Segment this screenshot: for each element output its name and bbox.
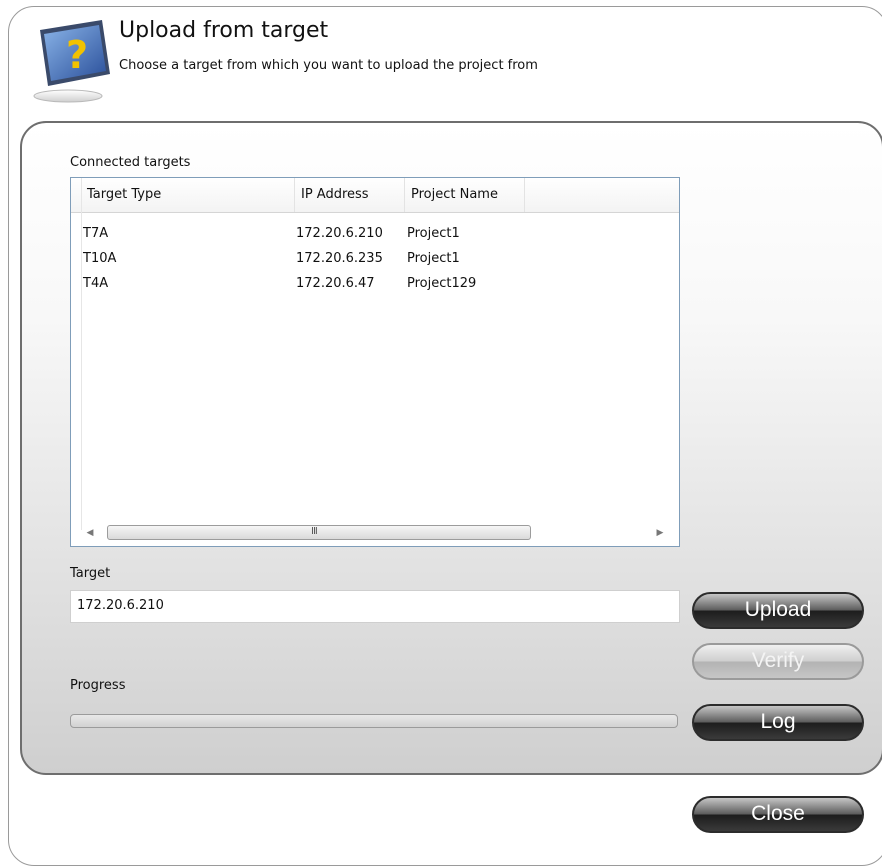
cell-target-type: T7A [83, 226, 109, 241]
table-row[interactable]: T10A 172.20.6.235 Project1 [81, 249, 671, 271]
target-input[interactable]: 172.20.6.210 [70, 590, 680, 623]
cell-target-type: T10A [83, 251, 117, 266]
scrollbar-grip: III [311, 526, 318, 537]
scroll-right-arrow-icon[interactable]: ▶ [653, 524, 667, 542]
table-row[interactable]: T7A 172.20.6.210 Project1 [81, 224, 671, 246]
progress-label: Progress [70, 678, 126, 693]
column-header-project-name[interactable]: Project Name [405, 178, 525, 212]
verify-button[interactable]: Verify [692, 643, 864, 680]
target-label: Target [70, 566, 111, 581]
scrollbar-thumb[interactable]: III [107, 525, 531, 540]
cell-target-type: T4A [83, 276, 109, 291]
cell-project-name: Project1 [407, 251, 460, 266]
upload-help-icon: ? [33, 20, 110, 103]
svg-text:?: ? [66, 33, 88, 77]
close-button[interactable]: Close [692, 796, 864, 833]
upload-button[interactable]: Upload [692, 592, 864, 629]
table-row[interactable]: T4A 172.20.6.47 Project129 [81, 274, 671, 296]
dialog-title: Upload from target [119, 18, 329, 43]
cell-project-name: Project1 [407, 226, 460, 241]
connected-targets-list[interactable]: Target Type IP Address Project Name T7A … [70, 177, 680, 547]
dialog-subtitle: Choose a target from which you want to u… [119, 58, 538, 73]
scroll-left-arrow-icon[interactable]: ◀ [83, 524, 97, 542]
column-header-ip-address[interactable]: IP Address [295, 178, 405, 212]
cell-ip-address: 172.20.6.47 [296, 276, 375, 291]
list-header: Target Type IP Address Project Name [71, 178, 679, 213]
column-header-target-type[interactable]: Target Type [81, 178, 295, 212]
cell-ip-address: 172.20.6.235 [296, 251, 383, 266]
cell-ip-address: 172.20.6.210 [296, 226, 383, 241]
cell-project-name: Project129 [407, 276, 477, 291]
progress-bar [70, 714, 678, 728]
log-button[interactable]: Log [692, 704, 864, 741]
connected-targets-label: Connected targets [70, 155, 191, 170]
horizontal-scrollbar[interactable]: ◀ III ▶ [83, 524, 667, 542]
